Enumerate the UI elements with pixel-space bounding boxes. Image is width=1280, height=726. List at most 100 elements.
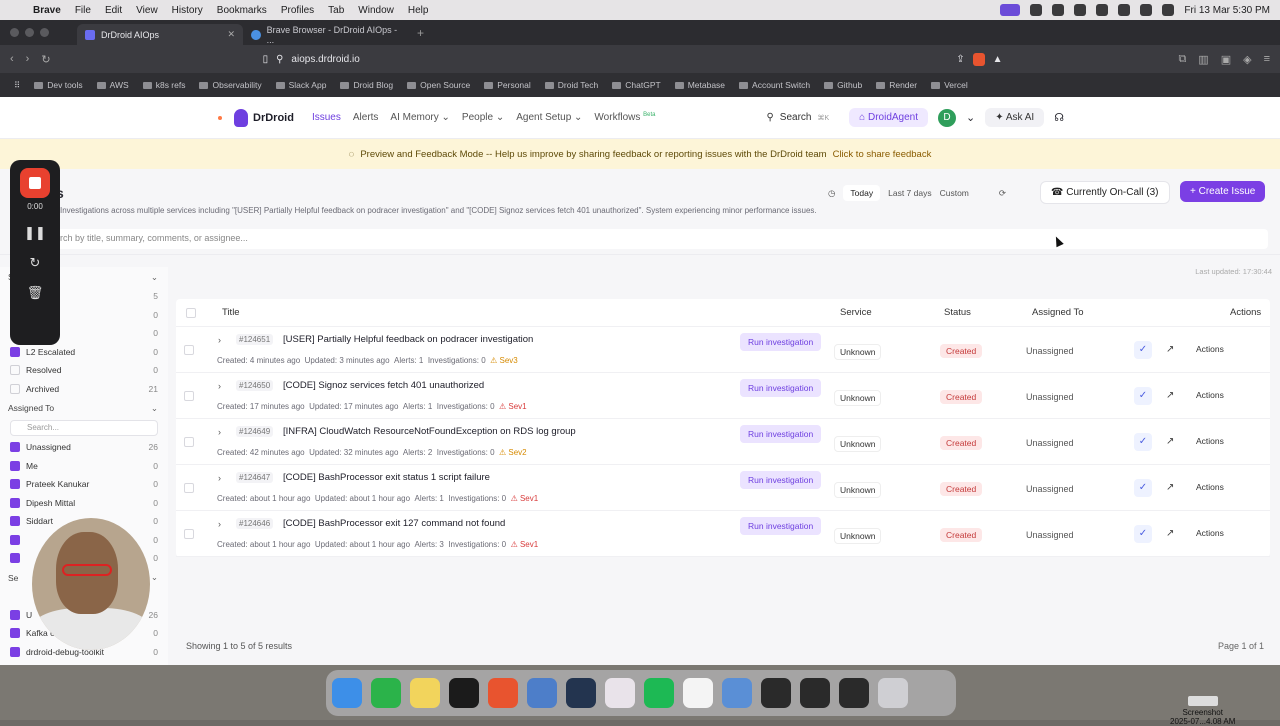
bookmark-link[interactable]: Vercel bbox=[931, 80, 968, 90]
checkbox[interactable] bbox=[10, 516, 20, 527]
open-external-icon[interactable]: ↗ bbox=[1166, 433, 1180, 451]
nav-workflows[interactable]: Workflows Beta bbox=[594, 112, 655, 123]
close-window-icon[interactable] bbox=[10, 28, 19, 37]
forward-icon[interactable]: › bbox=[26, 53, 30, 65]
nav-agent-setup[interactable]: Agent Setup ⌄ bbox=[516, 112, 582, 123]
expand-chevron-icon[interactable]: › bbox=[218, 427, 221, 437]
global-search-button[interactable]: ⚲ Search ⌘K bbox=[756, 108, 839, 127]
window-thumb-2-icon[interactable] bbox=[800, 678, 830, 708]
checkbox[interactable] bbox=[10, 646, 20, 657]
wifi-icon[interactable] bbox=[1096, 4, 1109, 16]
xcode-icon[interactable] bbox=[566, 678, 596, 708]
slack-icon[interactable] bbox=[605, 678, 635, 708]
menu-tab[interactable]: Tab bbox=[321, 5, 351, 16]
issues-search-input[interactable]: rch by title, summary, comments, or assi… bbox=[52, 229, 1268, 249]
share-icon[interactable]: ⇪ bbox=[956, 54, 964, 65]
actions-button[interactable]: Actions bbox=[1190, 434, 1230, 448]
actions-button[interactable]: Actions bbox=[1190, 342, 1230, 356]
nav-alerts[interactable]: Alerts bbox=[353, 112, 379, 123]
filter-today[interactable]: Today bbox=[843, 185, 881, 201]
assignee[interactable]: Unassigned bbox=[1026, 392, 1074, 402]
assignee-filter-row[interactable]: Me 0 bbox=[0, 457, 168, 476]
acknowledge-check-icon[interactable]: ✓ bbox=[1134, 387, 1152, 405]
desktop-screenshot-file[interactable]: Screenshot 2025-07...4.08 AM bbox=[1170, 696, 1235, 726]
menu-window[interactable]: Window bbox=[351, 5, 401, 16]
webcam-bubble[interactable] bbox=[32, 518, 150, 650]
menu-file[interactable]: File bbox=[68, 5, 98, 16]
window-thumb-3-icon[interactable] bbox=[839, 678, 869, 708]
bookmark-folder[interactable]: Droid Blog bbox=[340, 80, 393, 90]
checkbox[interactable] bbox=[10, 497, 20, 508]
menu-icon[interactable]: ≡ bbox=[1264, 53, 1270, 65]
row-checkbox[interactable] bbox=[184, 529, 194, 539]
menu-view[interactable]: View bbox=[129, 5, 165, 16]
reload-icon[interactable]: ↻ bbox=[41, 53, 50, 66]
chevron-down-icon[interactable]: ⌄ bbox=[966, 111, 975, 124]
menu-bookmarks[interactable]: Bookmarks bbox=[210, 5, 274, 16]
checkbox[interactable] bbox=[10, 442, 20, 453]
row-checkbox[interactable] bbox=[184, 391, 194, 401]
expand-chevron-icon[interactable]: › bbox=[218, 335, 221, 345]
checkbox[interactable] bbox=[10, 628, 20, 639]
acknowledge-check-icon[interactable]: ✓ bbox=[1134, 479, 1152, 497]
open-external-icon[interactable]: ↗ bbox=[1166, 479, 1180, 497]
checkbox[interactable] bbox=[10, 479, 20, 490]
bookmark-folder[interactable]: k8s refs bbox=[142, 80, 185, 90]
droid-agent-button[interactable]: ⌂ DroidAgent bbox=[849, 108, 929, 127]
ask-ai-button[interactable]: ✦ Ask AI bbox=[985, 108, 1045, 127]
drdroid-icon[interactable] bbox=[527, 678, 557, 708]
menu-brave[interactable]: Brave bbox=[26, 5, 68, 16]
bookmark-link[interactable]: Render bbox=[876, 80, 917, 90]
row-checkbox[interactable] bbox=[184, 483, 194, 493]
checkbox[interactable] bbox=[10, 460, 20, 471]
checkbox[interactable] bbox=[10, 609, 20, 620]
bookmark-link[interactable]: Account Switch bbox=[739, 80, 810, 90]
table-row[interactable]: › #124647 [CODE] BashProcessor exit status… bbox=[176, 465, 1270, 511]
status-filter-row[interactable]: Resolved 0 bbox=[0, 361, 168, 380]
whatsapp-icon[interactable] bbox=[371, 678, 401, 708]
checkbox[interactable] bbox=[10, 534, 20, 545]
bookmark-folder[interactable]: Personal bbox=[484, 80, 531, 90]
back-icon[interactable]: ‹ bbox=[10, 53, 14, 65]
assignee[interactable]: Unassigned bbox=[1026, 438, 1074, 448]
terminal-icon[interactable] bbox=[449, 678, 479, 708]
checkbox[interactable] bbox=[10, 383, 20, 394]
acknowledge-check-icon[interactable]: ✓ bbox=[1134, 525, 1152, 543]
share-feedback-link[interactable]: Click to share feedback bbox=[833, 149, 932, 160]
url-text[interactable]: aiops.drdroid.io bbox=[291, 54, 948, 65]
site-info-icon[interactable]: ⚲ bbox=[276, 54, 283, 65]
select-all-checkbox[interactable] bbox=[186, 308, 196, 318]
brave-shield-icon[interactable] bbox=[972, 52, 985, 66]
bookmark-link[interactable]: ChatGPT bbox=[612, 80, 661, 90]
run-investigation-button[interactable]: Run investigation bbox=[740, 379, 822, 397]
assignee[interactable]: Unassigned bbox=[1026, 530, 1074, 540]
table-row[interactable]: › #124649 [INFRA] CloudWatch ResourceNotFo… bbox=[176, 419, 1270, 465]
filter-custom[interactable]: Custom bbox=[940, 188, 969, 198]
filter-last-7-days[interactable]: Last 7 days bbox=[888, 188, 931, 198]
nav-people[interactable]: People ⌄ bbox=[462, 112, 504, 123]
expand-chevron-icon[interactable]: › bbox=[218, 381, 221, 391]
expand-chevron-icon[interactable]: › bbox=[218, 473, 221, 483]
run-investigation-button[interactable]: Run investigation bbox=[740, 471, 822, 489]
battery-icon[interactable] bbox=[1118, 4, 1131, 16]
status-filter-row[interactable]: L2 Escalated 0 bbox=[0, 343, 168, 362]
notion-icon[interactable] bbox=[683, 678, 713, 708]
notes-icon[interactable] bbox=[410, 678, 440, 708]
status-app-icon[interactable] bbox=[1052, 4, 1065, 16]
currently-on-call-button[interactable]: ☎ Currently On-Call (3) bbox=[1040, 181, 1170, 204]
trash-icon[interactable] bbox=[878, 678, 908, 708]
app-logo[interactable]: DrDroid bbox=[234, 108, 294, 127]
table-row[interactable]: › #124650 [CODE] Signoz services fetch 401… bbox=[176, 373, 1270, 419]
issue-title[interactable]: [INFRA] CloudWatch ResourceNotFoundExcep… bbox=[283, 426, 576, 437]
new-tab-button[interactable]: + bbox=[417, 26, 424, 40]
minimize-window-icon[interactable] bbox=[25, 28, 34, 37]
acknowledge-check-icon[interactable]: ✓ bbox=[1134, 433, 1152, 451]
row-checkbox[interactable] bbox=[184, 437, 194, 447]
menu-edit[interactable]: Edit bbox=[98, 5, 129, 16]
screen-record-status-icon[interactable] bbox=[1000, 4, 1021, 16]
issue-title[interactable]: [USER] Partially Helpful feedback on pod… bbox=[283, 334, 533, 345]
bookmark-folder[interactable]: Open Source bbox=[407, 80, 470, 90]
sidebar-toggle-icon[interactable]: ▥ bbox=[1198, 53, 1208, 66]
bookmark-folder[interactable]: Droid Tech bbox=[544, 80, 598, 90]
user-avatar[interactable]: D bbox=[938, 108, 957, 127]
